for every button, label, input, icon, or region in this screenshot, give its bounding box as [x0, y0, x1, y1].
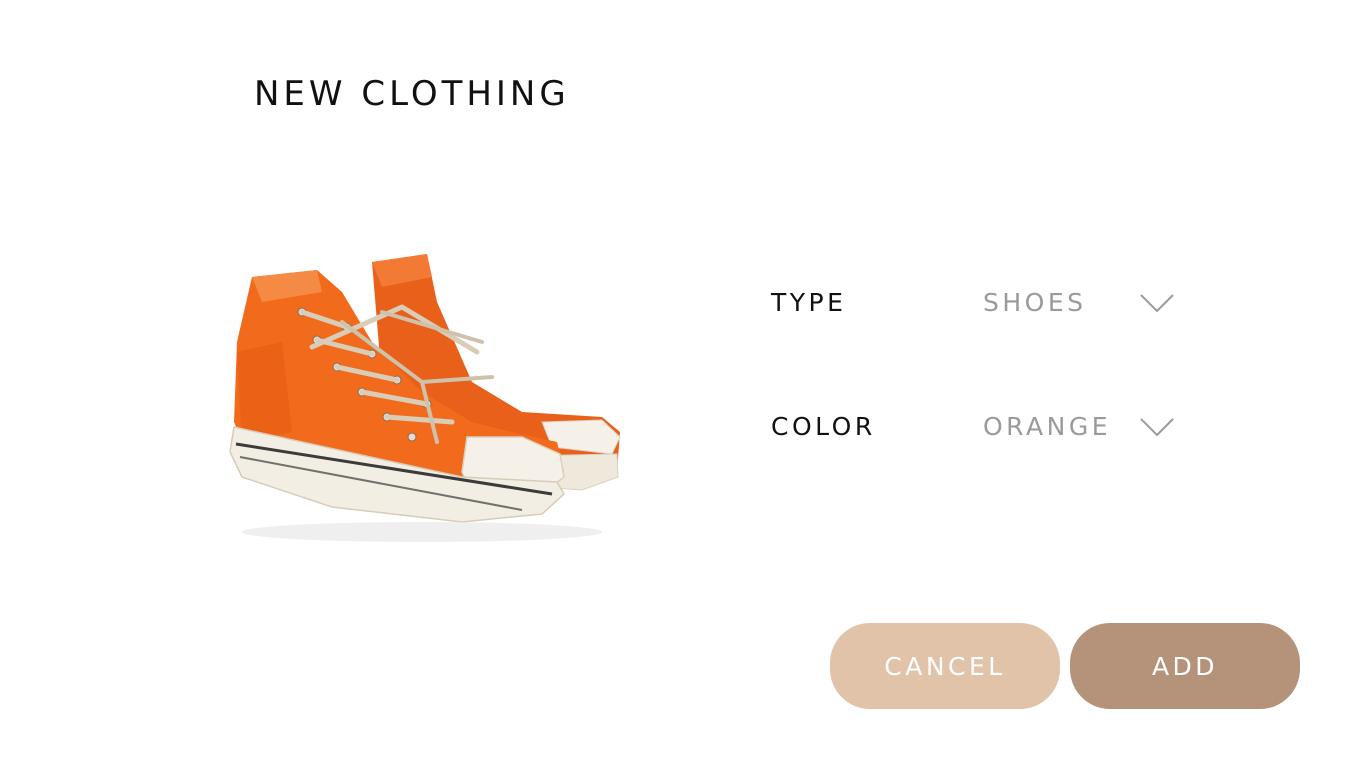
type-label: TYPE: [771, 288, 847, 317]
color-label: COLOR: [771, 412, 876, 441]
chevron-down-icon: [1140, 418, 1174, 437]
color-dropdown[interactable]: ORANGE: [983, 408, 1179, 448]
product-image: [222, 232, 632, 572]
add-button[interactable]: ADD: [1070, 623, 1300, 709]
color-field: COLOR ORANGE: [771, 408, 1191, 448]
color-value: ORANGE: [983, 412, 1112, 441]
chevron-down-icon: [1140, 294, 1174, 313]
sneakers-illustration: [229, 254, 621, 542]
type-dropdown[interactable]: SHOES: [983, 284, 1179, 324]
type-value: SHOES: [983, 288, 1087, 317]
page-title: NEW CLOTHING: [254, 74, 570, 114]
front-shoe: [229, 270, 565, 523]
type-field: TYPE SHOES: [771, 284, 1191, 324]
floor-shadow: [242, 522, 602, 542]
new-clothing-screen: NEW CLOTHING TYPE SHOES COLOR ORANGE CAN…: [0, 0, 1366, 768]
cancel-button[interactable]: CANCEL: [830, 623, 1060, 709]
